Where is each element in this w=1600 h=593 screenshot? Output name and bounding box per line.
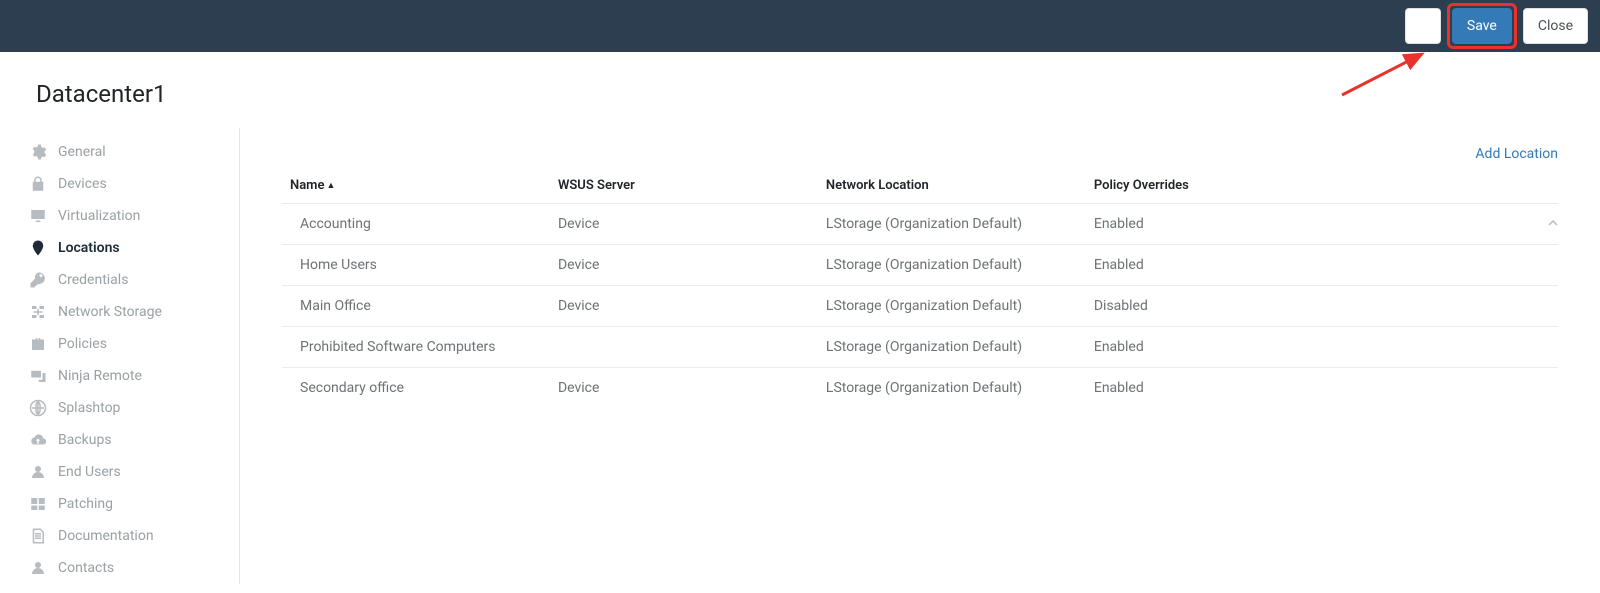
topbar: Save Close (0, 0, 1600, 52)
sidebar-item-label: Ninja Remote (58, 368, 142, 384)
sidebar-item-documentation[interactable]: Documentation (28, 520, 239, 552)
sidebar-item-label: Policies (58, 336, 107, 352)
table-row[interactable]: Home Users Device LStorage (Organization… (282, 245, 1558, 286)
col-wsus[interactable]: WSUS Server (550, 168, 818, 204)
locations-table: Name▲ WSUS Server Network Location Polic… (282, 168, 1558, 408)
add-location-link[interactable]: Add Location (1475, 146, 1558, 162)
sidebar-item-ninja-remote[interactable]: Ninja Remote (28, 360, 239, 392)
cell-name: Secondary office (282, 368, 550, 409)
person-icon (28, 558, 48, 578)
lock-icon (28, 174, 48, 194)
cell-policy: Enabled (1086, 327, 1533, 368)
sidebar-item-patching[interactable]: Patching (28, 488, 239, 520)
cell-wsus: Device (550, 245, 818, 286)
remote-icon (28, 366, 48, 386)
close-button[interactable]: Close (1523, 8, 1588, 44)
sidebar: General Devices Virtualization Locations… (0, 128, 240, 584)
sidebar-item-label: Devices (58, 176, 107, 192)
help-button[interactable] (1405, 8, 1441, 44)
sidebar-item-label: Patching (58, 496, 113, 512)
table-row[interactable]: Prohibited Software Computers LStorage (… (282, 327, 1558, 368)
cell-policy: Disabled (1086, 286, 1533, 327)
cell-name: Prohibited Software Computers (282, 327, 550, 368)
cell-name: Accounting (282, 204, 550, 245)
sidebar-item-contacts[interactable]: Contacts (28, 552, 239, 584)
sidebar-item-label: Backups (58, 432, 112, 448)
cell-net: LStorage (Organization Default) (818, 327, 1086, 368)
cell-wsus (550, 327, 818, 368)
sidebar-item-policies[interactable]: Policies (28, 328, 239, 360)
table-header-row: Name▲ WSUS Server Network Location Polic… (282, 168, 1558, 204)
cell-net: LStorage (Organization Default) (818, 368, 1086, 409)
sidebar-item-label: Contacts (58, 560, 114, 576)
sidebar-item-locations[interactable]: Locations (28, 232, 239, 264)
sidebar-item-end-users[interactable]: End Users (28, 456, 239, 488)
sort-asc-icon: ▲ (326, 181, 335, 191)
cell-wsus: Device (550, 204, 818, 245)
gear-icon (28, 142, 48, 162)
sidebar-item-network-storage[interactable]: Network Storage (28, 296, 239, 328)
cloud-up-icon (28, 430, 48, 450)
page-title: Datacenter1 (0, 52, 1600, 128)
sidebar-item-label: Splashtop (58, 400, 120, 416)
save-button[interactable]: Save (1452, 8, 1512, 44)
monitor-icon (28, 206, 48, 226)
cell-policy: Enabled (1086, 245, 1533, 286)
sidebar-item-label: Credentials (58, 272, 128, 288)
sidebar-item-label: End Users (58, 464, 121, 480)
network-icon (28, 302, 48, 322)
cell-name: Home Users (282, 245, 550, 286)
content: Add Location Name▲ WSUS Server Network L… (240, 128, 1600, 584)
key-icon (28, 270, 48, 290)
cell-net: LStorage (Organization Default) (818, 204, 1086, 245)
cell-net: LStorage (Organization Default) (818, 245, 1086, 286)
sidebar-item-label: Locations (58, 240, 120, 256)
cell-name: Main Office (282, 286, 550, 327)
annotation-save-highlight: Save (1447, 3, 1517, 49)
col-policy-overrides[interactable]: Policy Overrides (1086, 168, 1533, 204)
cell-policy: Enabled (1086, 204, 1533, 245)
person-icon (28, 462, 48, 482)
page: Datacenter1 General Devices Virtualizati… (0, 52, 1600, 584)
sidebar-item-virtualization[interactable]: Virtualization (28, 200, 239, 232)
sidebar-item-label: Network Storage (58, 304, 162, 320)
sidebar-item-credentials[interactable]: Credentials (28, 264, 239, 296)
col-network-location[interactable]: Network Location (818, 168, 1086, 204)
sidebar-item-backups[interactable]: Backups (28, 424, 239, 456)
doc-icon (28, 526, 48, 546)
briefcase-icon (28, 334, 48, 354)
toolbar: Add Location (282, 146, 1558, 168)
col-name[interactable]: Name▲ (282, 168, 550, 204)
table-row[interactable]: Accounting Device LStorage (Organization… (282, 204, 1558, 245)
cell-policy: Enabled (1086, 368, 1533, 409)
globe-icon (28, 398, 48, 418)
table-row[interactable]: Main Office Device LStorage (Organizatio… (282, 286, 1558, 327)
sidebar-item-general[interactable]: General (28, 136, 239, 168)
cell-wsus: Device (550, 286, 818, 327)
cell-wsus: Device (550, 368, 818, 409)
table-row[interactable]: Secondary office Device LStorage (Organi… (282, 368, 1558, 409)
sidebar-item-splashtop[interactable]: Splashtop (28, 392, 239, 424)
windows-icon (28, 494, 48, 514)
sidebar-item-devices[interactable]: Devices (28, 168, 239, 200)
pin-icon (28, 238, 48, 258)
sidebar-item-label: Documentation (58, 528, 154, 544)
sidebar-item-label: Virtualization (58, 208, 140, 224)
main: General Devices Virtualization Locations… (0, 128, 1600, 584)
sidebar-item-label: General (58, 144, 106, 160)
chevron-up-icon (1548, 216, 1558, 232)
cell-net: LStorage (Organization Default) (818, 286, 1086, 327)
